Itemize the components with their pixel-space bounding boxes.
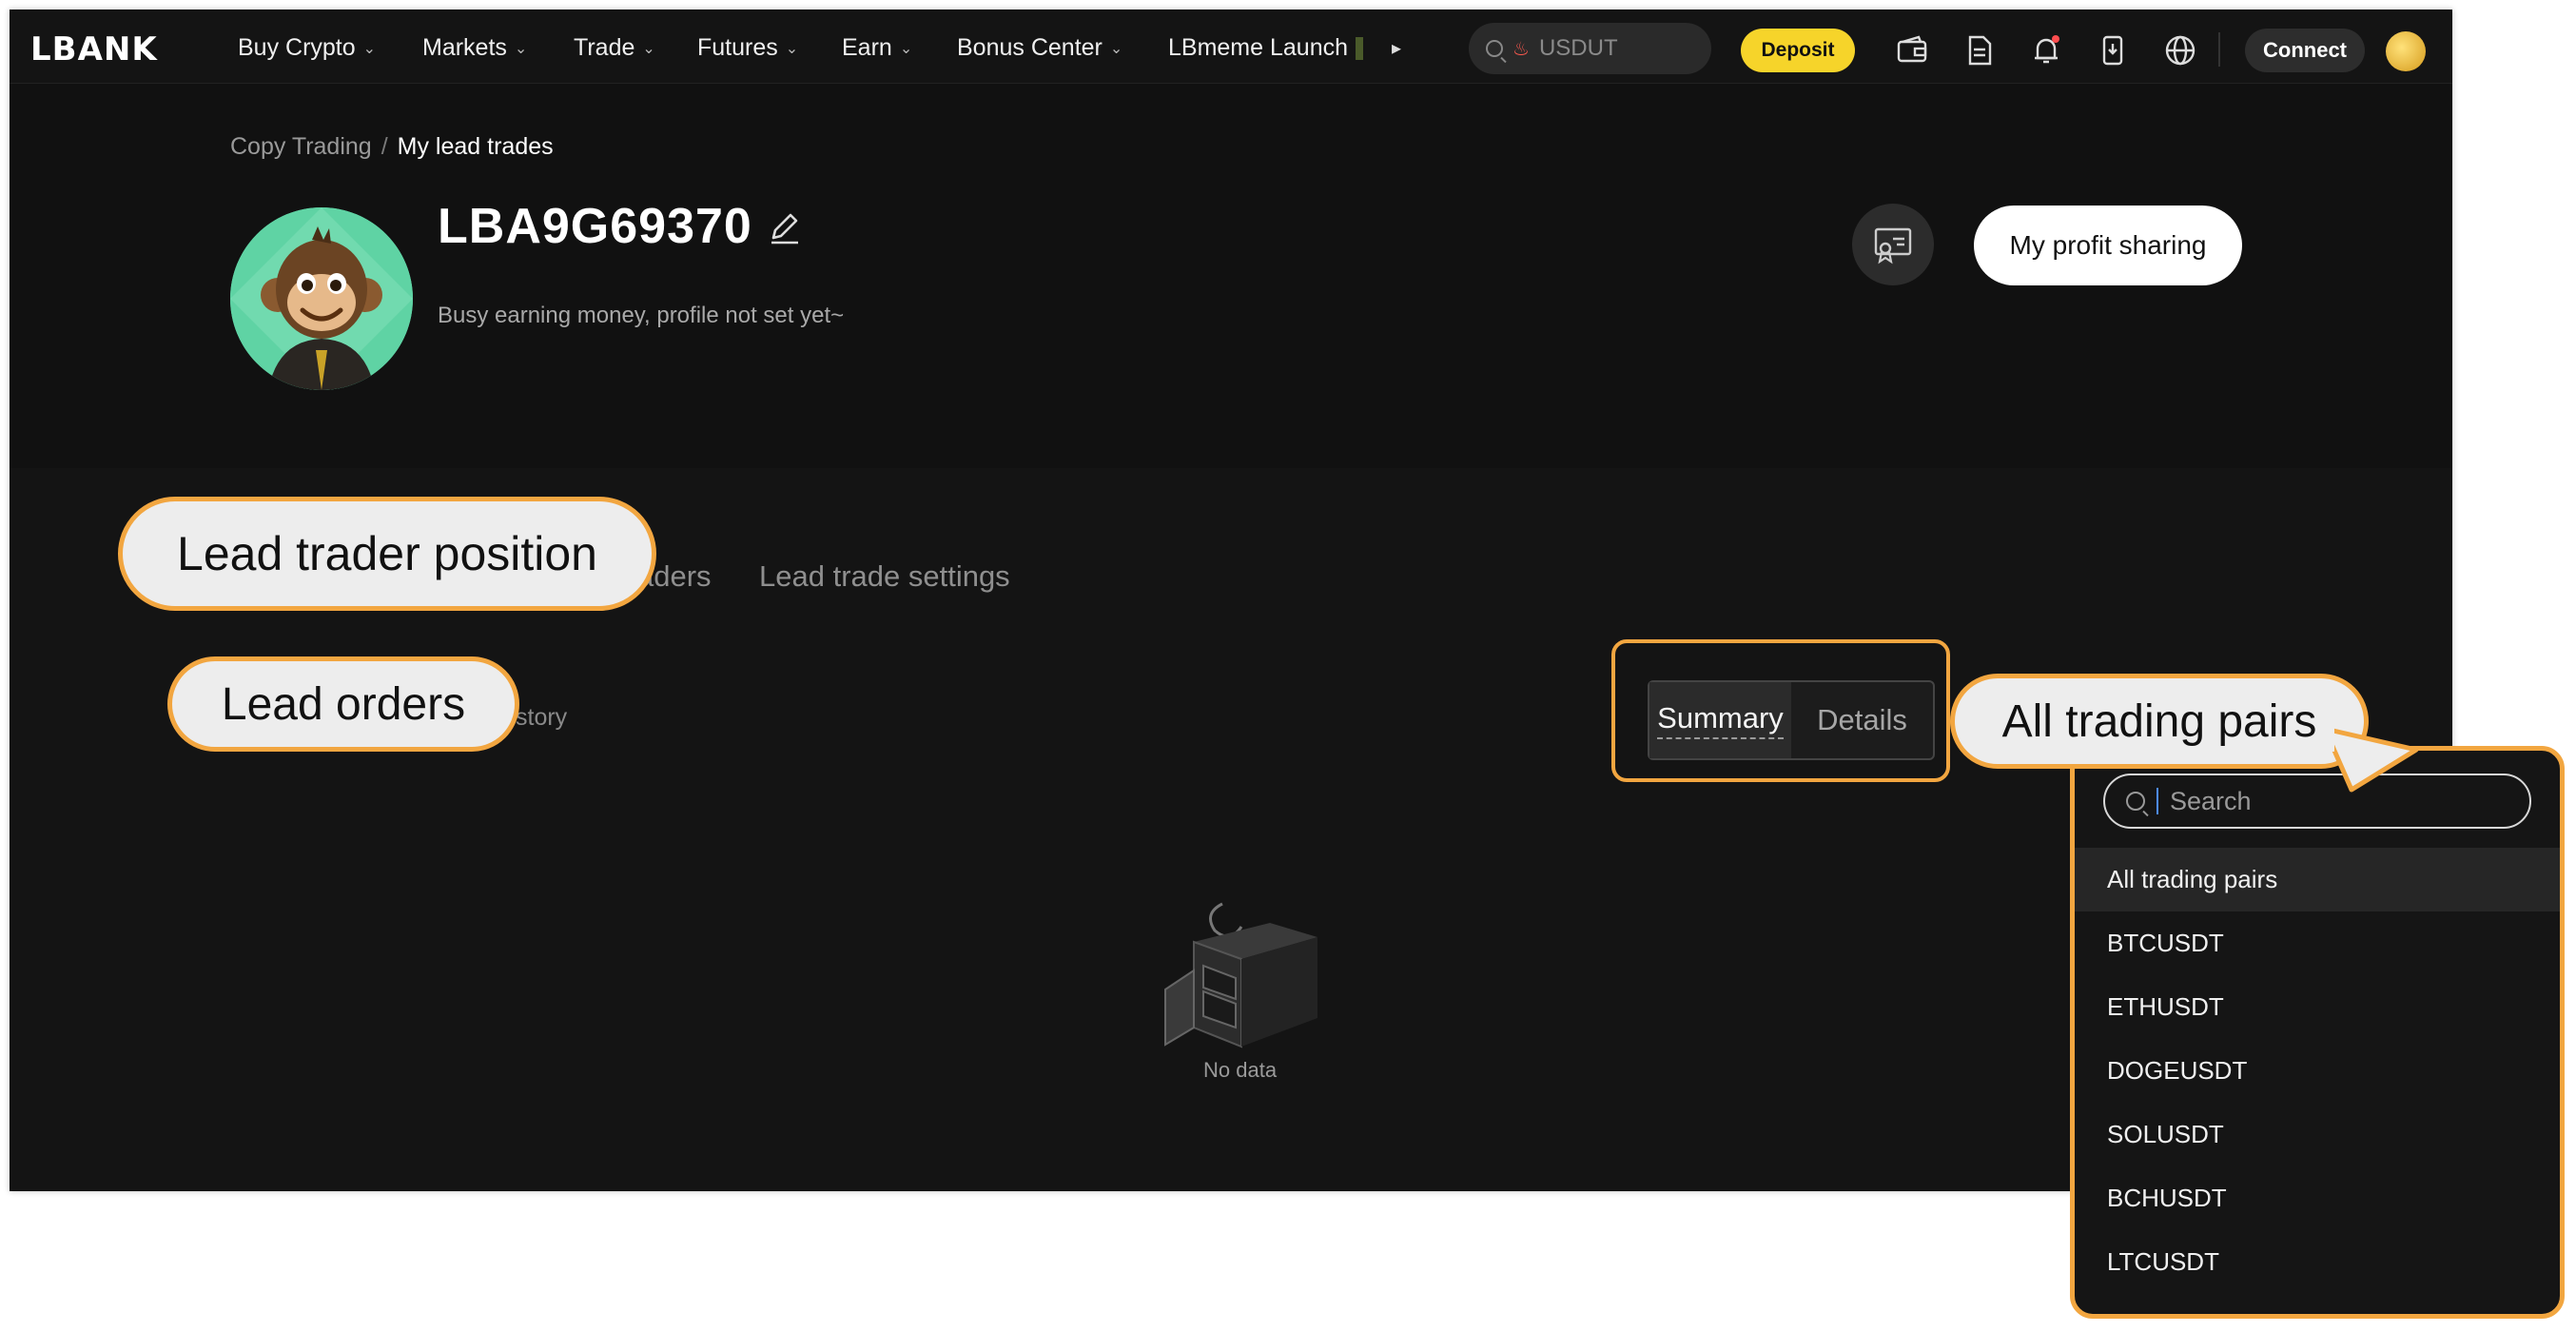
pair-option-ltcusdt[interactable]: LTCUSDT [2075, 1230, 2560, 1294]
top-navigation: LBANK Buy Crypto ⌄ Markets ⌄ Trade ⌄ Future… [10, 10, 2452, 84]
deposit-button[interactable]: Deposit [1741, 29, 1855, 72]
notification-bell-icon[interactable] [2030, 34, 2062, 67]
breadcrumb: Copy Trading / My lead trades [230, 133, 554, 161]
pair-option-solusdt[interactable]: SOLUSDT [2075, 1103, 2560, 1166]
nav-markets[interactable]: Markets ⌄ [422, 34, 527, 62]
chevron-down-icon: ⌄ [785, 40, 799, 57]
text-caret [2156, 788, 2158, 814]
pair-option-btcusdt[interactable]: BTCUSDT [2075, 911, 2560, 975]
breadcrumb-copy-trading[interactable]: Copy Trading [230, 133, 372, 161]
certificate-icon [1874, 227, 1912, 264]
lbank-logo[interactable]: LBANK [30, 30, 158, 69]
toggle-highlight-frame [1611, 639, 1950, 782]
chevron-down-icon: ⌄ [514, 40, 528, 57]
pair-option-bchusdt[interactable]: BCHUSDT [2075, 1166, 2560, 1230]
chevron-down-icon: ⌄ [362, 40, 377, 57]
nav-divider [2218, 32, 2220, 67]
profile-avatar [230, 207, 413, 390]
nav-bonus-center[interactable]: Bonus Center ⌄ [957, 34, 1122, 62]
my-profit-sharing-button[interactable]: My profit sharing [1974, 206, 2242, 285]
trading-pair-dropdown: Search All trading pairs BTCUSDT ETHUSDT… [2070, 746, 2565, 1319]
connect-button[interactable]: Connect [2245, 29, 2365, 72]
subtab-history[interactable]: story [516, 704, 567, 732]
chevron-down-icon: ⌄ [1109, 40, 1123, 57]
edit-pencil-icon[interactable] [766, 209, 804, 247]
download-app-icon[interactable] [2097, 34, 2129, 67]
pair-option-dogeusdt[interactable]: DOGEUSDT [2075, 1039, 2560, 1103]
breadcrumb-separator: / [381, 133, 388, 160]
orders-icon[interactable] [1963, 34, 1996, 67]
callout-lead-orders[interactable]: Lead orders [167, 656, 519, 752]
pair-search-input[interactable]: Search [2103, 774, 2531, 829]
hot-fire-icon: ♨ [1512, 38, 1530, 60]
nav-lbmeme-launch[interactable]: LBmeme Launch [1168, 34, 1364, 62]
nav-trade[interactable]: Trade ⌄ [574, 34, 655, 62]
callout-lead-trader-position[interactable]: Lead trader position [118, 497, 656, 611]
tab-lead-trade-settings[interactable]: Lead trade settings [759, 559, 1010, 594]
pair-option-ethusdt[interactable]: ETHUSDT [2075, 975, 2560, 1039]
badge-icon [1356, 36, 1364, 60]
wallet-icon[interactable] [1896, 34, 1928, 67]
search-icon [2126, 792, 2145, 811]
search-icon [1486, 40, 1503, 57]
nav-buy-crypto[interactable]: Buy Crypto ⌄ [238, 34, 376, 62]
profile-username: LBA9G69370 [438, 199, 752, 254]
profile-header: Copy Trading / My lead trades LBA9G69370… [10, 84, 2452, 468]
breadcrumb-current: My lead trades [397, 133, 554, 160]
certificate-button[interactable] [1852, 204, 1934, 285]
pair-option-list: All trading pairs BTCUSDT ETHUSDT DOGEUS… [2075, 848, 2560, 1294]
nav-futures[interactable]: Futures ⌄ [697, 34, 798, 62]
chevron-down-icon: ⌄ [642, 40, 655, 57]
callout-all-trading-pairs[interactable]: All trading pairs [1950, 674, 2369, 769]
nav-scroll-right-icon[interactable]: ▸ [1392, 36, 1401, 60]
profile-bio: Busy earning money, profile not set yet~ [438, 303, 845, 328]
pair-option-all[interactable]: All trading pairs [2075, 848, 2560, 911]
chevron-down-icon: ⌄ [899, 40, 913, 57]
global-search-input[interactable]: ♨ USDUT [1469, 23, 1711, 74]
empty-state-text: No data [1203, 1058, 1278, 1082]
empty-box-icon [1156, 885, 1317, 1056]
nav-earn[interactable]: Earn ⌄ [842, 34, 912, 62]
globe-icon[interactable] [2164, 34, 2196, 67]
user-avatar[interactable] [2386, 31, 2426, 71]
callout-pointer-arrow [2321, 723, 2419, 793]
